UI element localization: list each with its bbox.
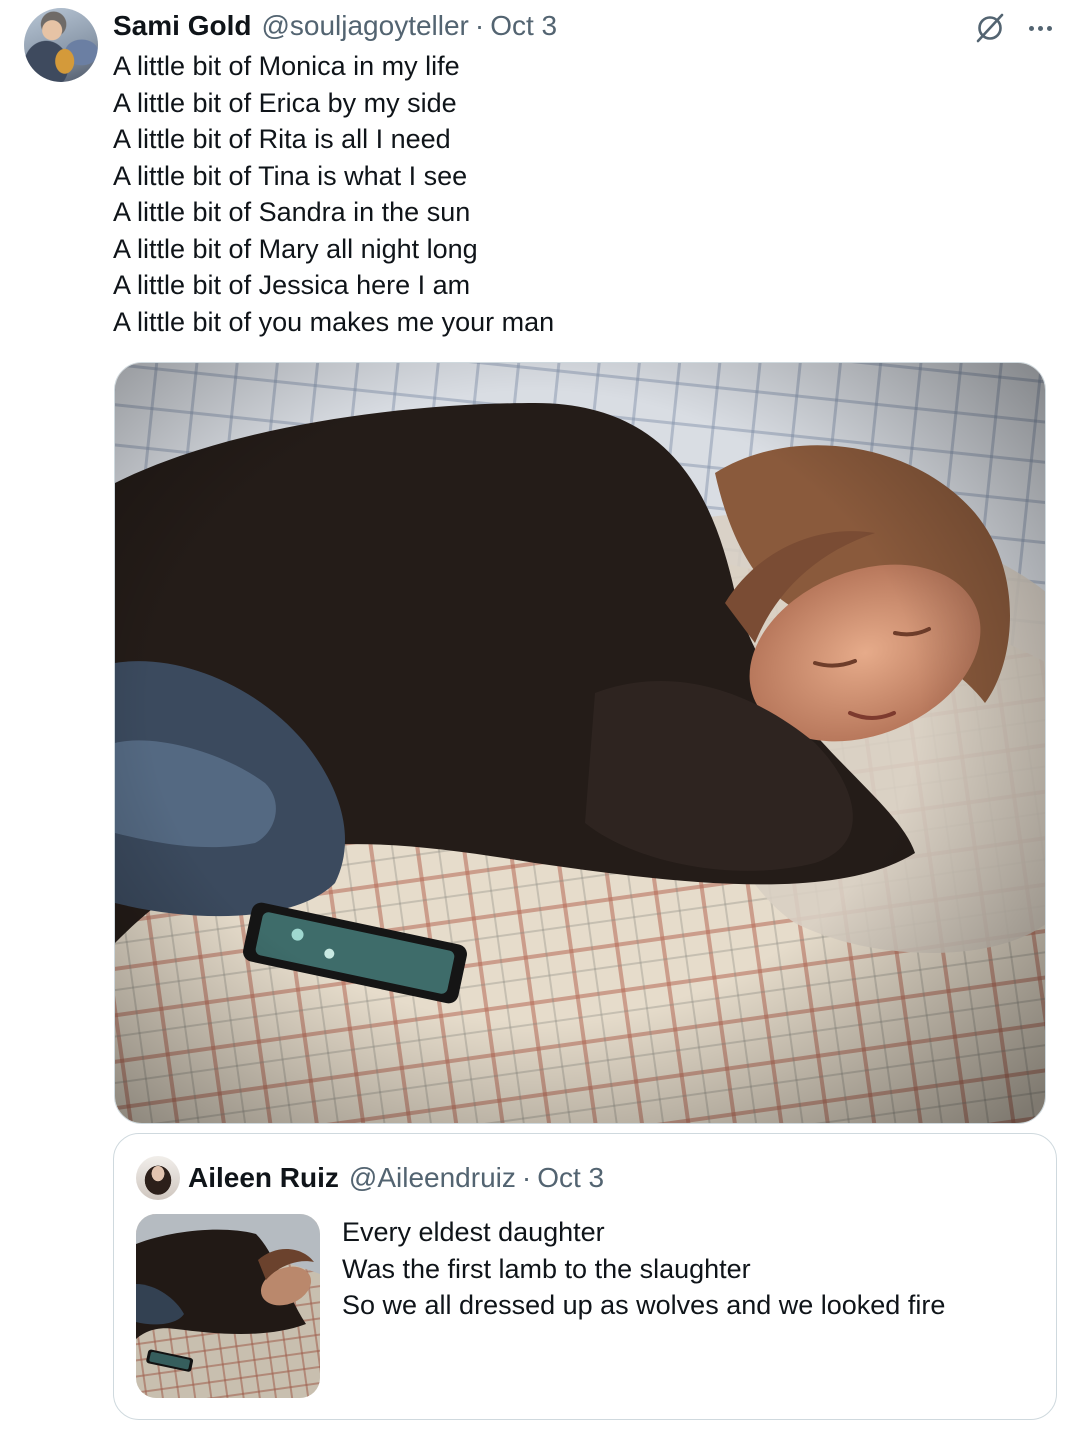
separator-dot: · bbox=[474, 10, 485, 41]
tweet-line: A little bit of Tina is what I see bbox=[113, 160, 468, 191]
quoted-author-handle[interactable]: @Aileendruiz bbox=[349, 1162, 516, 1194]
tweet-line: A little bit of Monica in my life bbox=[113, 51, 460, 81]
tweet-line: A little bit of Rita is all I need bbox=[113, 124, 451, 154]
avatar[interactable] bbox=[24, 8, 98, 82]
quoted-avatar[interactable] bbox=[136, 1156, 180, 1200]
author-handle[interactable]: @souljagoyteller bbox=[261, 10, 468, 42]
author-name[interactable]: Sami Gold bbox=[113, 10, 251, 42]
separator-dot: · bbox=[521, 1162, 532, 1193]
tweet-header: Sami Gold @souljagoyteller · Oct 3 bbox=[113, 9, 557, 43]
tweet-line: A little bit of Mary all night long bbox=[113, 233, 478, 264]
tweet-line: A little bit of Jessica here I am bbox=[113, 270, 471, 300]
quoted-tweet-header: Aileen Ruiz @Aileendruiz · Oct 3 bbox=[188, 1160, 604, 1196]
grok-icon[interactable] bbox=[972, 10, 1008, 46]
tweet-media-image[interactable] bbox=[114, 362, 1046, 1124]
quoted-tweet[interactable]: Aileen Ruiz @Aileendruiz · Oct 3 Every e… bbox=[113, 1133, 1057, 1420]
more-icon[interactable] bbox=[1022, 10, 1058, 46]
quoted-tweet-date[interactable]: Oct 3 bbox=[537, 1162, 604, 1194]
tweet-text: A little bit of Monica in my life A litt… bbox=[113, 48, 1013, 340]
tweet-date[interactable]: Oct 3 bbox=[490, 10, 557, 42]
quoted-author-name[interactable]: Aileen Ruiz bbox=[188, 1162, 339, 1194]
tweet-line: A little bit of Sandra in the sun bbox=[113, 197, 471, 227]
quoted-tweet-line: Every eldest daughter bbox=[342, 1217, 605, 1247]
tweet-line: A little bit of Erica by my side bbox=[113, 87, 457, 118]
tweet-line: A little bit of you makes me your man bbox=[113, 306, 555, 337]
quoted-media-thumbnail[interactable] bbox=[136, 1214, 320, 1398]
quoted-tweet-line: So we all dressed up as wolves and we lo… bbox=[342, 1290, 946, 1320]
quoted-tweet-line: Was the first lamb to the slaughter bbox=[342, 1253, 751, 1284]
quoted-tweet-text: Every eldest daughter Was the first lamb… bbox=[342, 1214, 945, 1324]
